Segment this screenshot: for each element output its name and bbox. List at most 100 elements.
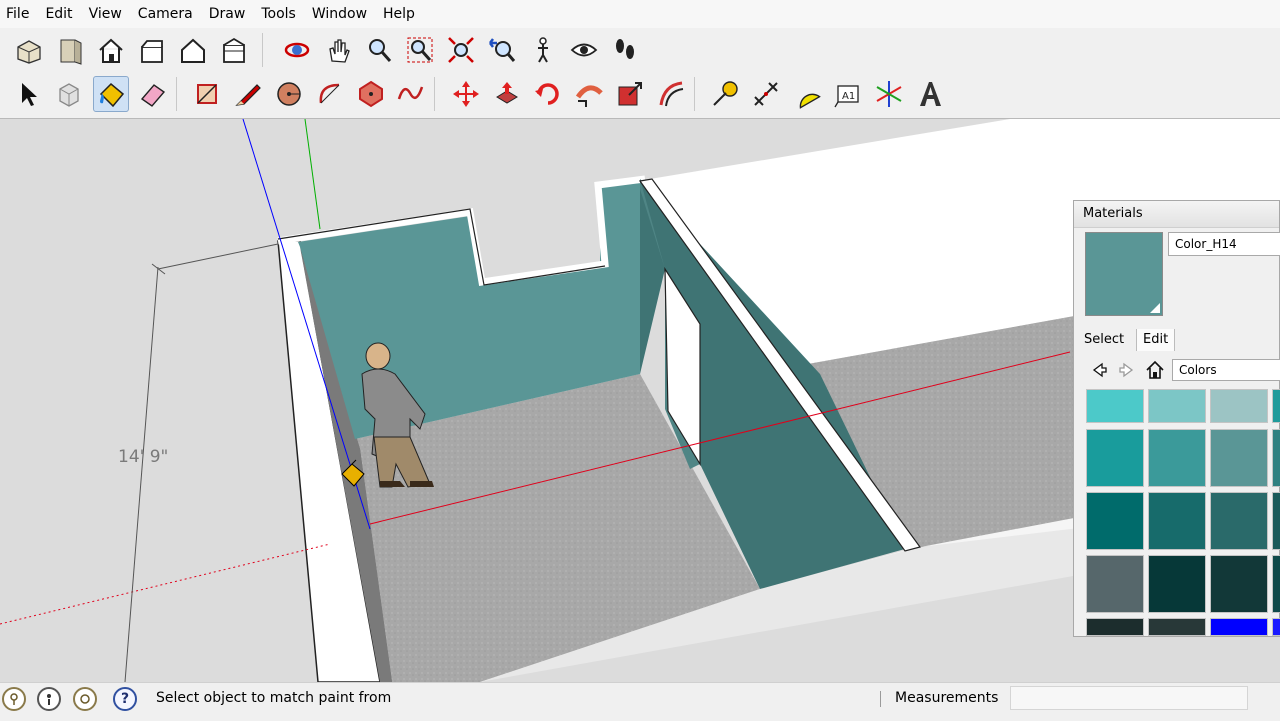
zoom-button[interactable] <box>361 32 397 68</box>
pan-button[interactable] <box>320 32 356 68</box>
scale-button[interactable] <box>612 76 648 112</box>
color-swatch[interactable] <box>1086 429 1144 487</box>
color-swatch[interactable] <box>1148 389 1206 423</box>
arc-button[interactable] <box>312 76 348 112</box>
color-swatch[interactable] <box>1086 555 1144 613</box>
left-view-icon <box>219 35 249 65</box>
forward-arrow-icon[interactable] <box>1116 358 1138 382</box>
offset-icon <box>656 79 686 109</box>
paint-bucket-button[interactable] <box>93 76 129 112</box>
menu-draw[interactable]: Draw <box>201 0 254 28</box>
create-material-icon[interactable] <box>1150 303 1160 313</box>
color-swatch[interactable] <box>1272 618 1280 636</box>
tab-edit[interactable]: Edit <box>1136 329 1176 351</box>
zoom-extents-button[interactable] <box>443 32 479 68</box>
credits-icon[interactable] <box>37 687 61 711</box>
freehand-button[interactable] <box>393 76 429 112</box>
position-camera-button[interactable] <box>525 32 561 68</box>
eraser-button[interactable] <box>134 76 170 112</box>
text-button[interactable]: A1 <box>830 76 866 112</box>
polygon-button[interactable] <box>353 76 389 112</box>
materials-title-bar[interactable]: Materials <box>1074 201 1279 228</box>
menu-help[interactable]: Help <box>375 0 423 28</box>
select-arrow-button[interactable] <box>10 76 46 112</box>
tape-measure-button[interactable] <box>707 76 743 112</box>
arc-icon <box>315 79 345 109</box>
make-component-button[interactable] <box>51 76 87 112</box>
orbit-button[interactable] <box>279 32 315 68</box>
materials-nav: Colors <box>1086 358 1280 384</box>
color-swatch[interactable] <box>1210 492 1268 550</box>
position-camera-icon <box>528 35 558 65</box>
color-swatch[interactable] <box>1086 618 1144 636</box>
toolbar-separator <box>262 33 263 67</box>
color-swatch[interactable] <box>1210 555 1268 613</box>
back-view-icon <box>178 35 208 65</box>
zoom-window-button[interactable] <box>402 32 438 68</box>
color-swatch[interactable] <box>1086 492 1144 550</box>
follow-me-icon <box>574 79 604 109</box>
material-preview[interactable] <box>1085 232 1163 316</box>
menu-edit[interactable]: Edit <box>37 0 80 28</box>
dimension-button[interactable] <box>748 76 784 112</box>
rectangle-button[interactable] <box>189 76 225 112</box>
previous-view-button[interactable] <box>484 32 520 68</box>
dimension-label: 14' 9" <box>118 447 169 467</box>
color-swatch[interactable] <box>1210 618 1268 636</box>
back-arrow-icon[interactable] <box>1088 358 1110 382</box>
color-swatch[interactable] <box>1210 429 1268 487</box>
previous-view-icon <box>487 35 517 65</box>
move-button[interactable] <box>448 76 484 112</box>
protractor-button[interactable] <box>789 76 825 112</box>
menu-view[interactable]: View <box>81 0 130 28</box>
color-swatch[interactable] <box>1148 492 1206 550</box>
rotate-button[interactable] <box>530 76 566 112</box>
pencil-line-button[interactable] <box>230 76 266 112</box>
color-swatch[interactable] <box>1272 492 1280 550</box>
menu-tools[interactable]: Tools <box>253 0 304 28</box>
pan-icon <box>323 35 353 65</box>
home-front-button[interactable] <box>93 32 129 68</box>
menu-window[interactable]: Window <box>304 0 375 28</box>
offset-button[interactable] <box>653 76 689 112</box>
user-account-icon[interactable] <box>73 687 97 711</box>
door-view-icon <box>55 35 85 65</box>
color-swatch[interactable] <box>1272 555 1280 613</box>
menu-camera[interactable]: Camera <box>130 0 201 28</box>
circle-button[interactable] <box>271 76 307 112</box>
material-name-field[interactable]: Color_H14 <box>1168 232 1280 256</box>
library-dropdown[interactable]: Colors <box>1172 359 1280 381</box>
color-swatch[interactable] <box>1272 389 1280 423</box>
pencil-line-icon <box>233 79 263 109</box>
walk-button[interactable] <box>607 32 643 68</box>
3d-text-button[interactable] <box>912 76 948 112</box>
color-swatch[interactable] <box>1272 429 1280 487</box>
door-view-button[interactable] <box>52 32 88 68</box>
status-divider <box>880 691 881 707</box>
color-swatch[interactable] <box>1148 555 1206 613</box>
look-around-button[interactable] <box>566 32 602 68</box>
back-view-button[interactable] <box>175 32 211 68</box>
make-component-icon <box>54 79 84 109</box>
follow-me-button[interactable] <box>571 76 607 112</box>
color-swatch[interactable] <box>1086 389 1144 423</box>
axes-icon <box>874 79 904 109</box>
color-swatch[interactable] <box>1148 618 1206 636</box>
iso-view-button[interactable] <box>11 32 47 68</box>
tab-select[interactable]: Select <box>1084 329 1124 351</box>
paint-bucket-icon <box>96 79 126 109</box>
geo-location-icon[interactable] <box>2 687 26 711</box>
push-pull-button[interactable] <box>489 76 525 112</box>
right-view-button[interactable] <box>134 32 170 68</box>
color-swatch[interactable] <box>1148 429 1206 487</box>
color-swatch[interactable] <box>1210 389 1268 423</box>
menu-file[interactable]: File <box>0 0 37 28</box>
measurements-input[interactable] <box>1010 686 1248 710</box>
left-view-button[interactable] <box>216 32 252 68</box>
status-message: Select object to match paint from <box>156 690 392 706</box>
home-front-icon <box>96 35 126 65</box>
axes-button[interactable] <box>871 76 907 112</box>
help-icon[interactable]: ? <box>113 687 137 711</box>
home-icon[interactable] <box>1144 358 1166 382</box>
push-pull-icon <box>492 79 522 109</box>
